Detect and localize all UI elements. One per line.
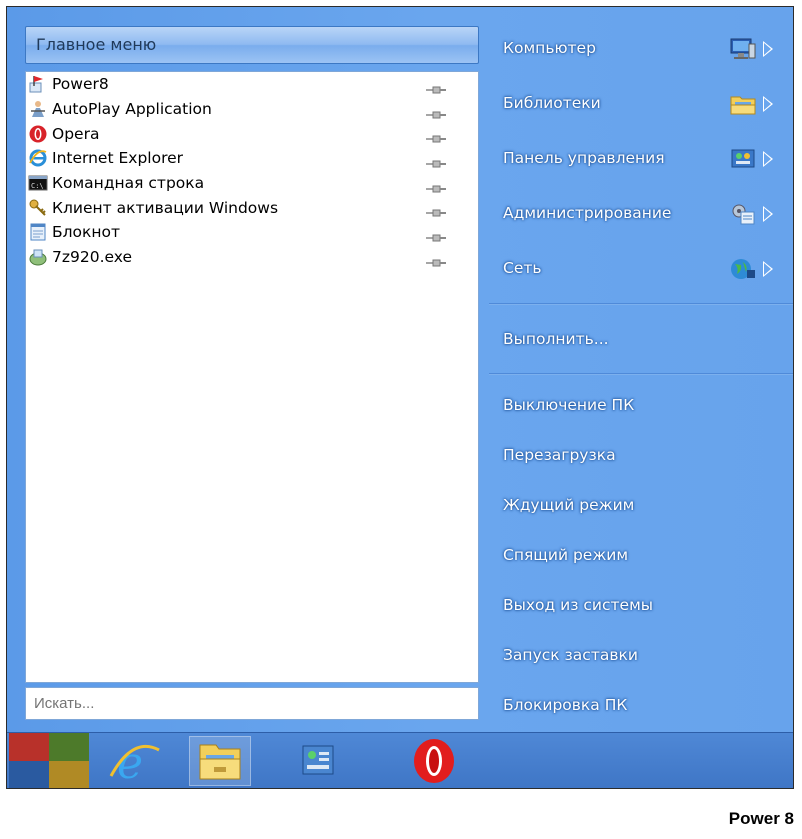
- power-label: Блокировка ПК: [503, 696, 628, 714]
- place-control-panel[interactable]: Панель управления: [503, 138, 783, 178]
- place-label: Сеть: [503, 259, 542, 277]
- chevron-right-icon[interactable]: [763, 206, 773, 222]
- program-label: Power8: [52, 75, 109, 94]
- pin-icon[interactable]: [425, 253, 447, 267]
- taskbar-internet-explorer[interactable]: e: [103, 736, 165, 788]
- power-label: Ждущий режим: [503, 496, 635, 514]
- power-label: Выключение ПК: [503, 396, 635, 414]
- place-libraries[interactable]: Библиотеки: [503, 83, 783, 123]
- list-item-opera[interactable]: Opera: [26, 121, 478, 146]
- screensaver-button[interactable]: Запуск заставки: [503, 635, 783, 675]
- svg-text:C:\: C:\: [31, 182, 44, 190]
- file-explorer-icon: [199, 744, 241, 780]
- network-globe-icon: [729, 256, 757, 282]
- computer-icon: [729, 36, 757, 62]
- taskbar-opera[interactable]: [399, 736, 469, 786]
- taskbar-file-explorer[interactable]: [189, 736, 251, 786]
- restart-button[interactable]: Перезагрузка: [503, 435, 783, 475]
- place-label: Компьютер: [503, 39, 596, 57]
- place-label: Библиотеки: [503, 94, 601, 112]
- list-item-command-prompt[interactable]: C:\ Командная строка: [26, 171, 478, 196]
- internet-explorer-icon: e: [109, 738, 160, 788]
- chevron-right-icon[interactable]: [763, 261, 773, 277]
- activation-key-icon: [28, 198, 48, 218]
- list-item-internet-explorer[interactable]: Internet Explorer: [26, 146, 478, 171]
- brand-label: Power 8: [728, 809, 794, 828]
- logoff-button[interactable]: Выход из системы: [503, 585, 783, 625]
- divider: [489, 303, 793, 305]
- power-label: Перезагрузка: [503, 446, 616, 464]
- notepad-icon: [28, 222, 48, 242]
- admin-tools-icon: [729, 201, 757, 227]
- place-label: Администрирование: [503, 204, 672, 222]
- list-item-activation-client[interactable]: Клиент активации Windows: [26, 195, 478, 220]
- opera-icon: [414, 739, 454, 783]
- chevron-right-icon[interactable]: [763, 151, 773, 167]
- pin-icon[interactable]: [425, 154, 447, 168]
- power-label: Выход из системы: [503, 596, 654, 614]
- chevron-right-icon[interactable]: [763, 96, 773, 112]
- program-label: Internet Explorer: [52, 149, 184, 168]
- installer-icon: [28, 247, 48, 267]
- list-item-notepad[interactable]: Блокнот: [26, 220, 478, 245]
- run-button[interactable]: Выполнить...: [503, 319, 783, 359]
- place-computer[interactable]: Компьютер: [503, 28, 783, 68]
- opera-icon: [28, 124, 48, 144]
- start-menu: Главное меню Power8 AutoPlay Application: [7, 7, 793, 732]
- start-button[interactable]: [9, 733, 89, 788]
- internet-explorer-icon: [28, 148, 48, 168]
- list-item-power8[interactable]: Power8: [26, 72, 478, 97]
- pin-icon[interactable]: [425, 129, 447, 143]
- power8-flag-icon: [28, 74, 48, 94]
- hibernate-button[interactable]: Спящий режим: [503, 535, 783, 575]
- pin-icon[interactable]: [425, 105, 447, 119]
- libraries-folder-icon: [729, 91, 757, 117]
- program-label: 7z920.exe: [52, 248, 133, 267]
- pin-icon[interactable]: [425, 228, 447, 242]
- place-label: Панель управления: [503, 149, 665, 167]
- pin-icon[interactable]: [425, 80, 447, 94]
- program-label: Opera: [52, 124, 100, 143]
- taskbar-control-panel[interactable]: [287, 736, 349, 786]
- pin-icon[interactable]: [425, 179, 447, 193]
- command-prompt-icon: C:\: [28, 173, 48, 193]
- program-label: Командная строка: [52, 174, 205, 193]
- control-panel-icon: [302, 745, 334, 775]
- list-item-7z-installer[interactable]: 7z920.exe: [26, 245, 478, 270]
- run-label: Выполнить...: [503, 330, 609, 348]
- power-label: Запуск заставки: [503, 646, 638, 664]
- shutdown-button[interactable]: Выключение ПК: [503, 385, 783, 425]
- pin-icon[interactable]: [425, 203, 447, 217]
- divider: [489, 373, 793, 375]
- program-label: Клиент активации Windows: [52, 198, 279, 217]
- list-item-autoplay[interactable]: AutoPlay Application: [26, 97, 478, 122]
- program-label: AutoPlay Application: [52, 100, 212, 119]
- control-panel-icon: [729, 146, 757, 172]
- main-menu-header[interactable]: Главное меню: [25, 26, 479, 64]
- place-administration[interactable]: Администрирование: [503, 193, 783, 233]
- autoplay-icon: [28, 99, 48, 119]
- power-label: Спящий режим: [503, 546, 629, 564]
- start-tiles-icon: [9, 733, 89, 788]
- taskbar: e: [7, 732, 793, 788]
- lock-button[interactable]: Блокировка ПК: [503, 685, 783, 725]
- standby-button[interactable]: Ждущий режим: [503, 485, 783, 525]
- program-list: Power8 AutoPlay Application Opera Intern…: [25, 71, 479, 683]
- search-input[interactable]: [25, 687, 479, 720]
- chevron-right-icon[interactable]: [763, 41, 773, 57]
- power8-menu-window: Главное меню Power8 AutoPlay Application: [6, 6, 794, 789]
- place-network[interactable]: Сеть: [503, 248, 783, 288]
- program-label: Блокнот: [52, 223, 121, 242]
